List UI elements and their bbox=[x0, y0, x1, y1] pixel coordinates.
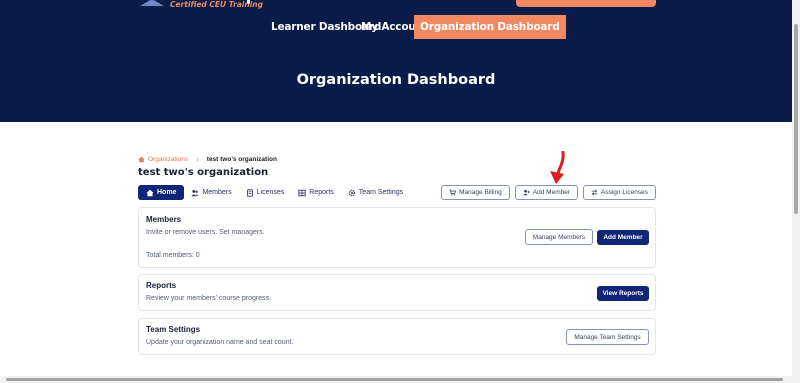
home-icon bbox=[146, 189, 154, 196]
tab-members-label: Members bbox=[202, 189, 232, 196]
tab-team-settings[interactable]: Team Settings bbox=[341, 185, 410, 200]
breadcrumb: Organizations › test two's organization bbox=[138, 155, 277, 164]
view-reports-button[interactable]: View Reports bbox=[597, 286, 649, 301]
breadcrumb-current: test two's organization bbox=[206, 156, 277, 163]
tab-home-label: Home bbox=[157, 189, 177, 196]
tab-licenses-label: Licenses bbox=[256, 189, 285, 196]
org-tabs: Home Members Licenses Reports Team Setti… bbox=[138, 185, 410, 200]
reports-card: Reports Review your members' course prog… bbox=[138, 274, 656, 311]
vertical-scrollbar[interactable] bbox=[792, 0, 800, 383]
members-card: Members Invite or remove users. Set mana… bbox=[138, 207, 656, 268]
license-icon bbox=[246, 188, 253, 197]
hero-banner: Organization Dashboard bbox=[0, 40, 792, 122]
total-members-count: Total members: 0 bbox=[146, 252, 200, 259]
top-cta-button[interactable] bbox=[516, 0, 656, 7]
tab-team-settings-label: Team Settings bbox=[358, 189, 404, 196]
reports-icon bbox=[298, 189, 306, 196]
assign-licenses-label: Assign Licenses bbox=[601, 189, 648, 196]
nav-organization-dashboard[interactable]: Organization Dashboard bbox=[414, 15, 566, 39]
add-member-button[interactable]: Add Member bbox=[597, 230, 649, 245]
horizontal-scroll-thumb[interactable] bbox=[6, 378, 783, 381]
members-card-description: Invite or remove users. Set managers. bbox=[146, 229, 265, 236]
home-icon bbox=[138, 156, 145, 163]
tab-home[interactable]: Home bbox=[138, 185, 185, 200]
manage-team-settings-button[interactable]: Manage Team Settings bbox=[566, 329, 649, 345]
tab-licenses[interactable]: Licenses bbox=[239, 185, 292, 200]
horizontal-scrollbar[interactable] bbox=[0, 376, 792, 383]
manage-billing-label: Manage Billing bbox=[459, 189, 502, 196]
reports-card-description: Review your members' course progress. bbox=[146, 295, 272, 302]
add-member-top-button[interactable]: Add Member bbox=[514, 185, 579, 200]
page-title: Organization Dashboard bbox=[296, 72, 496, 88]
manage-members-button[interactable]: Manage Members bbox=[525, 229, 593, 245]
gear-icon bbox=[348, 189, 355, 196]
org-actions: Manage Billing Add Member Assign License… bbox=[436, 185, 656, 200]
breadcrumb-separator: › bbox=[196, 155, 199, 164]
swap-icon bbox=[591, 189, 598, 196]
team-settings-card-description: Update your organization name and seat c… bbox=[146, 339, 294, 346]
assign-licenses-button[interactable]: Assign Licenses bbox=[583, 185, 656, 200]
users-icon bbox=[191, 189, 200, 196]
annotation-arrow-icon bbox=[550, 151, 565, 184]
tab-reports[interactable]: Reports bbox=[291, 185, 341, 200]
team-settings-card: Team Settings Update your organization n… bbox=[138, 318, 656, 355]
vertical-scroll-thumb[interactable] bbox=[794, 24, 798, 214]
reports-card-title: Reports bbox=[146, 281, 177, 290]
add-member-top-label: Add Member bbox=[532, 189, 571, 196]
organization-title: test two's organization bbox=[138, 167, 269, 178]
breadcrumb-organizations-link[interactable]: Organizations bbox=[148, 156, 188, 163]
site-logo[interactable]: Certified CEU Training bbox=[138, 0, 263, 9]
top-header: Certified CEU Training Learner Dashboard… bbox=[0, 0, 792, 40]
logo-dot bbox=[247, 0, 250, 4]
team-settings-card-title: Team Settings bbox=[146, 325, 201, 334]
logo-mark-icon bbox=[138, 0, 168, 7]
tab-reports-label: Reports bbox=[309, 189, 334, 196]
manage-billing-button[interactable]: Manage Billing bbox=[441, 185, 510, 200]
user-plus-icon bbox=[523, 189, 530, 196]
cart-icon bbox=[449, 189, 457, 196]
tab-members[interactable]: Members bbox=[184, 185, 238, 200]
members-card-title: Members bbox=[146, 215, 182, 224]
